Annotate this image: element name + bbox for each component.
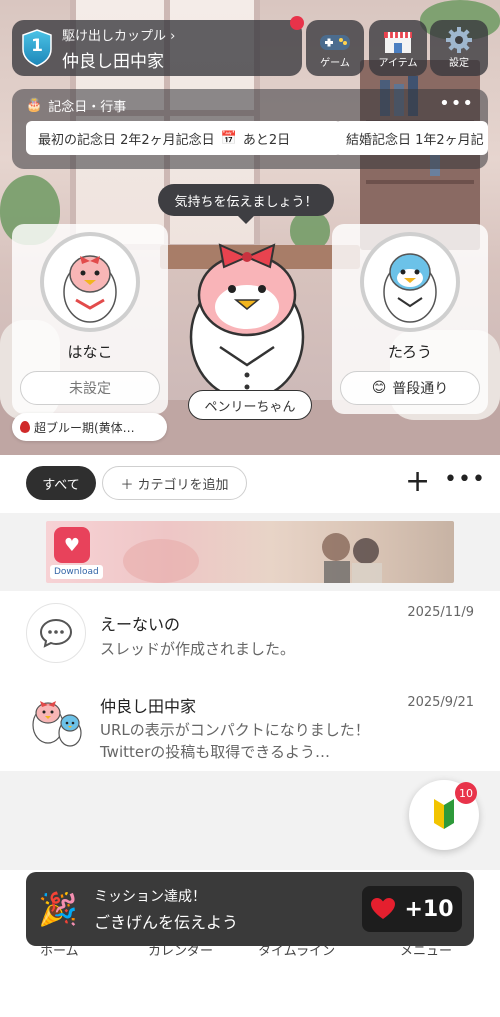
notification-dot <box>290 16 304 30</box>
reward-amount: +10 <box>404 896 454 922</box>
anniversary-item[interactable]: 最初の記念日 2年2ヶ月記念日 📅 あと2日 <box>26 121 342 155</box>
thread-item[interactable]: えーないの 2025/11/9 スレッドが作成されました。 <box>0 591 500 679</box>
penguin-couple-icon <box>32 701 82 747</box>
settings-label: 設定 <box>449 58 469 69</box>
cycle-status-chip[interactable]: 超ブルー期(黄体… <box>12 413 167 441</box>
heart-icon <box>371 898 396 919</box>
pet-name-label[interactable]: ペンリーちゃん <box>188 390 312 420</box>
reward-badge: +10 <box>362 886 462 932</box>
add-thread-icon[interactable]: + <box>405 465 430 499</box>
tab-all[interactable]: すべて <box>26 466 96 500</box>
shop-icon <box>384 32 412 53</box>
item-button[interactable]: アイテム <box>369 20 427 76</box>
category-tabs: すべて ＋ カテゴリを追加 + ••• <box>0 455 500 513</box>
penguin-avatar-icon <box>63 255 117 323</box>
ad-area: ♥ Download <box>0 513 500 591</box>
avatar <box>26 689 86 749</box>
level-badge: 1 <box>22 29 52 67</box>
thread-item[interactable]: 仲良し田中家 2025/9/21 URLの表示がコンパクトになりました！Twit… <box>0 679 500 771</box>
anniversary-item[interactable]: 結婚記念日 1年2ヶ月記 <box>334 121 488 155</box>
mission-toast[interactable]: 🎉 ミッション達成！ ごきげんを伝えよう +10 <box>26 872 474 946</box>
mood-status-button[interactable]: 😊 普段通り <box>340 371 480 405</box>
chevron-right-icon: › <box>170 28 176 44</box>
more-icon[interactable]: ••• <box>439 93 474 114</box>
smile-icon: 😊 <box>371 380 387 396</box>
beginner-count-badge: 10 <box>455 782 477 804</box>
toast-message: ごきげんを伝えよう <box>94 913 239 932</box>
blood-drop-icon <box>20 421 30 433</box>
level-number: 1 <box>31 36 43 56</box>
plus-icon: ＋ <box>120 477 134 493</box>
chat-bubble-icon <box>39 618 73 648</box>
avatar <box>26 603 86 663</box>
download-badge: Download <box>50 565 103 579</box>
speech-bubble: 気持ちを伝えましょう！ <box>158 184 334 224</box>
toast-title: ミッション達成！ <box>94 889 206 905</box>
thread-date: 2025/11/9 <box>407 605 474 620</box>
avatar <box>360 232 460 332</box>
game-button[interactable]: ゲーム <box>306 20 364 76</box>
penguin-avatar-icon <box>383 253 437 323</box>
anniversary-panel: 🎂 記念日・行事 ••• 最初の記念日 2年2ヶ月記念日 📅 あと2日 結婚記念… <box>12 89 488 169</box>
app-logo-icon: ♥ <box>54 527 90 563</box>
item-label: アイテム <box>378 58 418 69</box>
add-category-button[interactable]: ＋ カテゴリを追加 <box>102 466 247 500</box>
pet-character[interactable] <box>180 225 315 405</box>
profile-name: はなこ <box>67 343 113 361</box>
game-label: ゲーム <box>320 58 350 69</box>
party-popper-icon: 🎉 <box>38 890 78 928</box>
thread-title: 仲良し田中家 <box>100 697 197 716</box>
profile-card-hanako[interactable]: はなこ 未設定 <box>12 224 168 414</box>
couple-header[interactable]: 1 駆け出しカップル › 仲良し田中家 <box>12 20 302 76</box>
ad-banner[interactable]: ♥ Download <box>46 521 454 583</box>
thread-preview: スレッドが作成されました。 <box>100 640 296 658</box>
thread-title: えーないの <box>100 615 181 634</box>
anniversary-remaining: あと2日 <box>242 132 291 148</box>
more-icon[interactable]: ••• <box>444 463 486 497</box>
gamepad-icon <box>320 35 350 50</box>
calendar-icon: 📅 <box>220 130 237 146</box>
cake-icon: 🎂 <box>26 98 43 113</box>
profile-card-taro[interactable]: たろう 😊 普段通り <box>332 224 488 414</box>
avatar <box>40 232 140 332</box>
beginner-mark-icon <box>434 799 454 829</box>
rank-label: 駆け出しカップル › <box>62 28 176 44</box>
family-name: 仲良し田中家 <box>62 51 164 72</box>
thread-preview: URLの表示がコンパクトになりました！Twitterの投稿も取得できるよう… <box>100 721 370 761</box>
profile-name: たろう <box>387 343 433 361</box>
ad-image <box>123 533 382 583</box>
thread-date: 2025/9/21 <box>407 695 474 710</box>
pet-penguin-icon <box>189 243 305 401</box>
anniversary-title: 🎂 記念日・行事 <box>26 98 127 115</box>
mood-status-button[interactable]: 未設定 <box>20 371 160 405</box>
gear-icon <box>446 27 472 53</box>
settings-button[interactable]: 設定 <box>430 20 488 76</box>
